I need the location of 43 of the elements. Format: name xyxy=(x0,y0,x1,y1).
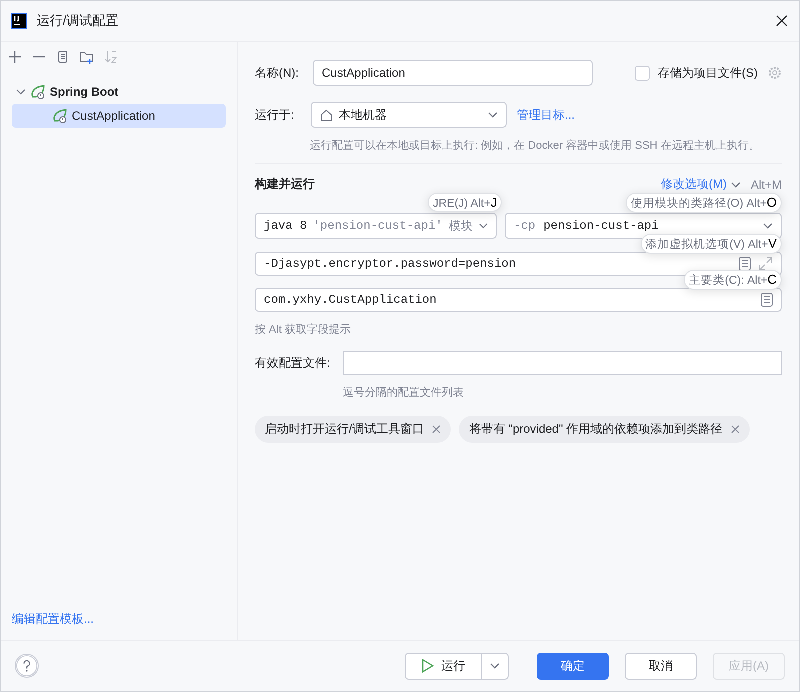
hint-text: 逗号分隔的配置文件列表 xyxy=(343,386,465,400)
expand-icon[interactable] xyxy=(759,257,773,271)
checkbox[interactable] xyxy=(635,66,650,80)
list-icon[interactable] xyxy=(739,257,751,271)
option-chip[interactable]: 启动时打开运行/调试工具窗口 xyxy=(255,416,452,443)
name-field[interactable]: CustApplication xyxy=(313,60,593,86)
shortcut-text: Alt+M xyxy=(750,178,782,192)
run-on-label: 运行于: xyxy=(255,106,296,124)
run-on-dropdown[interactable]: 本地机器 xyxy=(311,102,507,128)
tree-item[interactable]: CustApplication xyxy=(12,104,226,128)
vm-options-field[interactable]: -Djasypt.encryptor.password=pension xyxy=(255,252,782,276)
dialog-button[interactable]: 取消 xyxy=(625,652,697,680)
active-profiles-label: 有效配置文件: xyxy=(255,354,332,372)
checkbox-label: 存储为项目文件(S) xyxy=(658,64,758,82)
play-icon xyxy=(422,659,434,673)
manage-targets-link[interactable]: 管理目标... xyxy=(517,106,576,124)
option-chip[interactable]: 将带有 "provided" 作用域的依赖项添加到类路径 xyxy=(459,416,750,443)
classpath-dropdown[interactable]: -cp pension-cust-api xyxy=(505,213,782,239)
edit-templates-link[interactable]: 编辑配置模板... xyxy=(1,611,237,640)
hint-text: 运行配置可以在本地或目标上执行: 例如，在 Docker 容器中或使用 SSH 在远程主机上执行。 xyxy=(310,138,761,153)
section-title: 构建并运行 xyxy=(255,176,315,193)
spring-boot-icon xyxy=(30,84,46,100)
modify-options-link[interactable]: 修改选项(M) xyxy=(660,176,727,193)
active-profiles-field[interactable] xyxy=(343,351,782,375)
main-class-field[interactable]: com.yxhy.CustApplication xyxy=(255,288,782,312)
window-title: 运行/调试配置 xyxy=(37,12,120,30)
home-icon xyxy=(320,108,333,122)
tree-item[interactable]: Spring Boot xyxy=(12,80,226,104)
shortcut-tooltip: JRE(J) Alt+J xyxy=(428,193,502,212)
dialog-button[interactable]: 确定 xyxy=(537,652,609,680)
close-icon[interactable] xyxy=(775,14,789,28)
hint-text: 按 Alt 获取字段提示 xyxy=(255,322,352,337)
help-icon[interactable] xyxy=(15,654,39,678)
list-icon[interactable] xyxy=(761,293,773,307)
add-icon[interactable] xyxy=(7,49,23,65)
shortcut-tooltip: 主要类(C): Alt+C xyxy=(684,270,782,290)
run-button[interactable]: 运行 xyxy=(405,652,509,680)
jre-dropdown[interactable]: java 8 'pension-cust-api' 模块 xyxy=(255,213,497,239)
app-logo-icon xyxy=(11,13,27,29)
name-label: 名称(N): xyxy=(255,64,300,82)
spring-boot-icon xyxy=(52,108,68,124)
shortcut-tooltip: 添加虚拟机选项(V) Alt+V xyxy=(640,234,782,254)
shortcut-tooltip: 使用模块的类路径(O) Alt+O xyxy=(626,193,782,213)
